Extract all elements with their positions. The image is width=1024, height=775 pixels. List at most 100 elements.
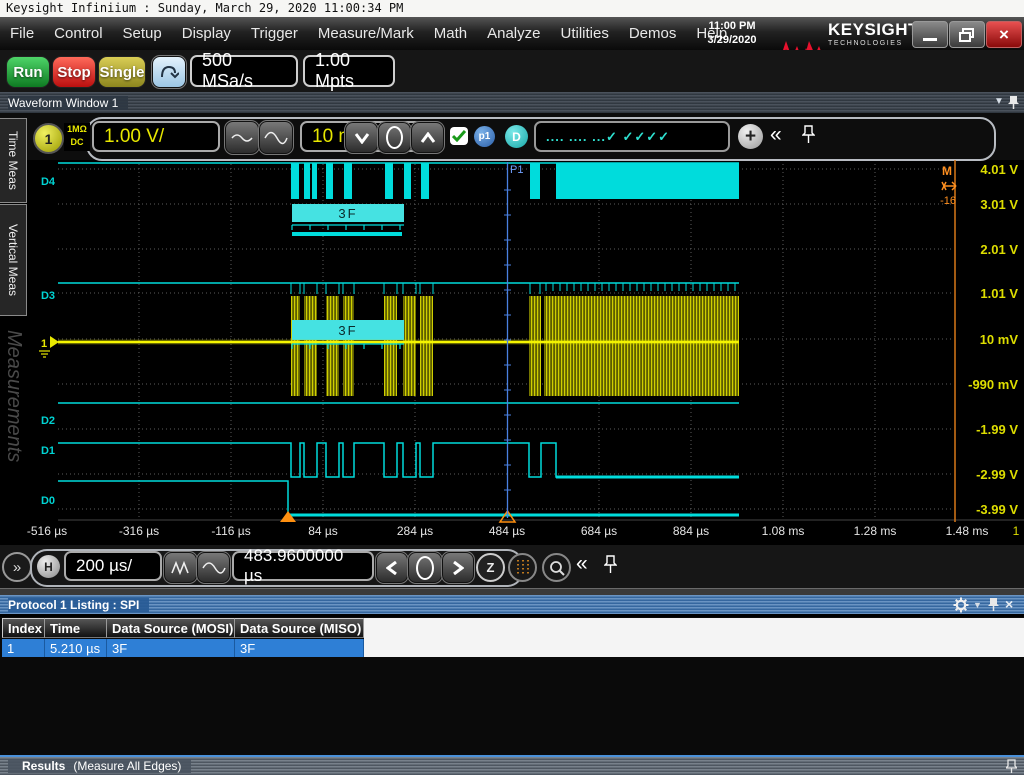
col-header-miso[interactable]: Data Source (MISO) [235, 618, 364, 638]
col-header-mosi[interactable]: Data Source (MOSI) [107, 618, 235, 638]
expand-panel-button[interactable]: » [2, 552, 32, 582]
col-header-time[interactable]: Time [45, 618, 107, 638]
menu-analyze[interactable]: Analyze [477, 25, 550, 42]
protocol-body [0, 657, 1024, 755]
scale-increase-button[interactable] [259, 121, 293, 154]
channel-enable-checkbox[interactable] [450, 127, 468, 145]
tlabel-1: -316 µs [119, 524, 159, 538]
timebase-scale-field[interactable]: 200 µs/ [64, 551, 162, 581]
hbar-pin-icon[interactable] [604, 555, 617, 574]
protocol-caret-icon[interactable]: ▼ [973, 600, 982, 610]
scale-decrease-button[interactable] [225, 121, 259, 154]
memory-depth-field[interactable]: 1.00 Mpts [303, 55, 395, 87]
run-button[interactable]: Run [6, 56, 50, 88]
tlabel-2: -116 µs [211, 524, 250, 538]
large-sine-icon [264, 129, 288, 147]
offset-up-button[interactable] [411, 122, 444, 153]
waveform-window-pin-icon[interactable] [1008, 95, 1019, 110]
d4-label: D4 [41, 176, 56, 188]
vlabel-4: 10 mV [980, 332, 1019, 347]
vlabel-3: 1.01 V [980, 286, 1018, 301]
timebase-zoom-in-button[interactable] [164, 552, 197, 583]
offset-down-button[interactable] [345, 122, 378, 153]
d1-trace[interactable] [58, 443, 739, 477]
probe-p1-button[interactable]: p1 [474, 126, 495, 147]
menu-file[interactable]: File [0, 25, 44, 42]
oscilloscope-app: Keysight Infiniium : Sunday, March 29, 2… [0, 0, 1024, 775]
d3-label: D3 [41, 290, 55, 302]
channel-1-button[interactable]: 1 [33, 123, 64, 154]
vlabel-8: -3.99 V [976, 502, 1018, 517]
digital-channel-pattern-field[interactable]: .... .... ...✓ ✓✓✓✓ [534, 121, 730, 152]
sine-icon [202, 560, 226, 576]
menu-trigger[interactable]: Trigger [241, 25, 308, 42]
timebase-zoom-out-button[interactable] [197, 552, 230, 583]
search-zoom-button[interactable] [542, 553, 571, 582]
ch1-ground-marker[interactable]: 1 [39, 336, 59, 357]
m-label: M [942, 164, 952, 178]
loop-arrow-icon [159, 63, 179, 81]
acquisition-toolbar: Run Stop Single 500 MSa/s 1.00 Mpts T ↺ … [0, 50, 1024, 92]
row-cell-miso[interactable]: 3F [235, 639, 364, 657]
d4-bus-value: 3F [338, 206, 357, 221]
d4-bus-ruler [292, 225, 404, 230]
position-zero-button[interactable] [408, 552, 442, 583]
coupling-button[interactable]: 1MΩ DC [64, 123, 90, 151]
zigzag-icon [171, 561, 191, 575]
minimize-button[interactable] [912, 21, 948, 48]
menu-setup[interactable]: Setup [113, 25, 172, 42]
waveform-window-caret-icon[interactable]: ▼ [994, 96, 1004, 107]
menu-measure-mark[interactable]: Measure/Mark [308, 25, 424, 42]
analog-ch1-bursts[interactable] [291, 296, 739, 396]
menu-utilities[interactable]: Utilities [550, 25, 618, 42]
clock-time: 11:00 PM [698, 19, 766, 33]
coupling-label: DC [64, 136, 90, 149]
results-pin-icon[interactable] [1006, 759, 1017, 774]
tlabel-partial: 1 [1013, 524, 1020, 538]
row-cell-mosi[interactable]: 3F [107, 639, 235, 657]
position-right-button[interactable] [442, 552, 474, 583]
clock: 11:00 PM 3/29/2020 [698, 19, 766, 47]
protocol-gear-icon[interactable] [953, 597, 969, 613]
hbar-collapse-chevrons[interactable]: « [576, 552, 588, 576]
add-channel-button[interactable]: + [738, 124, 763, 149]
collapse-chevrons[interactable]: « [770, 123, 782, 147]
m-value: -16 [940, 195, 956, 207]
channel-bar-pin-icon[interactable] [802, 125, 815, 144]
brand-sub: TECHNOLOGIES [828, 40, 919, 47]
horizontal-h-button[interactable]: H [37, 555, 60, 578]
protocol-pin-icon[interactable] [988, 597, 999, 612]
restore-button[interactable] [949, 21, 985, 48]
row-cell-index[interactable]: 1 [2, 639, 45, 657]
stop-button[interactable]: Stop [52, 56, 96, 88]
voltage-axis: 4.01 V 3.01 V 2.01 V 1.01 V 10 mV -990 m… [968, 162, 1018, 517]
brand-block: KEYSIGHT TECHNOLOGIES [828, 20, 919, 47]
close-button[interactable]: × [986, 21, 1022, 48]
vlabel-6: -1.99 V [976, 422, 1018, 437]
position-left-button[interactable] [376, 552, 408, 583]
menu-control[interactable]: Control [44, 25, 112, 42]
zoom-z-button[interactable]: Z [476, 553, 505, 582]
digital-d-button[interactable]: D [505, 125, 528, 148]
tlabel-5: 484 µs [489, 524, 525, 538]
offset-zero-button[interactable] [378, 122, 411, 153]
d0-trace[interactable] [58, 481, 739, 515]
vlabel-5: -990 mV [968, 377, 1018, 392]
horizontal-position-field[interactable]: 483.9600000 µs [232, 551, 374, 581]
menu-math[interactable]: Math [424, 25, 477, 42]
tlabel-6: 684 µs [581, 524, 617, 538]
sample-rate-field[interactable]: 500 MSa/s [190, 55, 298, 87]
window-title: Keysight Infiniium : Sunday, March 29, 2… [0, 0, 1024, 17]
gate-button[interactable] [508, 553, 537, 582]
vertical-scale-field[interactable]: 1.00 V/ [92, 121, 220, 152]
small-sine-icon [231, 132, 253, 144]
menu-demos[interactable]: Demos [619, 25, 687, 42]
col-header-index[interactable]: Index [2, 618, 45, 638]
protocol-close-icon[interactable]: × [1005, 596, 1013, 612]
scope-display[interactable]: 3F [0, 160, 1024, 545]
menu-display[interactable]: Display [172, 25, 241, 42]
touch-loop-button[interactable] [152, 56, 186, 88]
row-cell-time[interactable]: 5.210 µs [45, 639, 107, 657]
close-icon: × [999, 25, 1009, 45]
single-button[interactable]: Single [98, 56, 146, 88]
